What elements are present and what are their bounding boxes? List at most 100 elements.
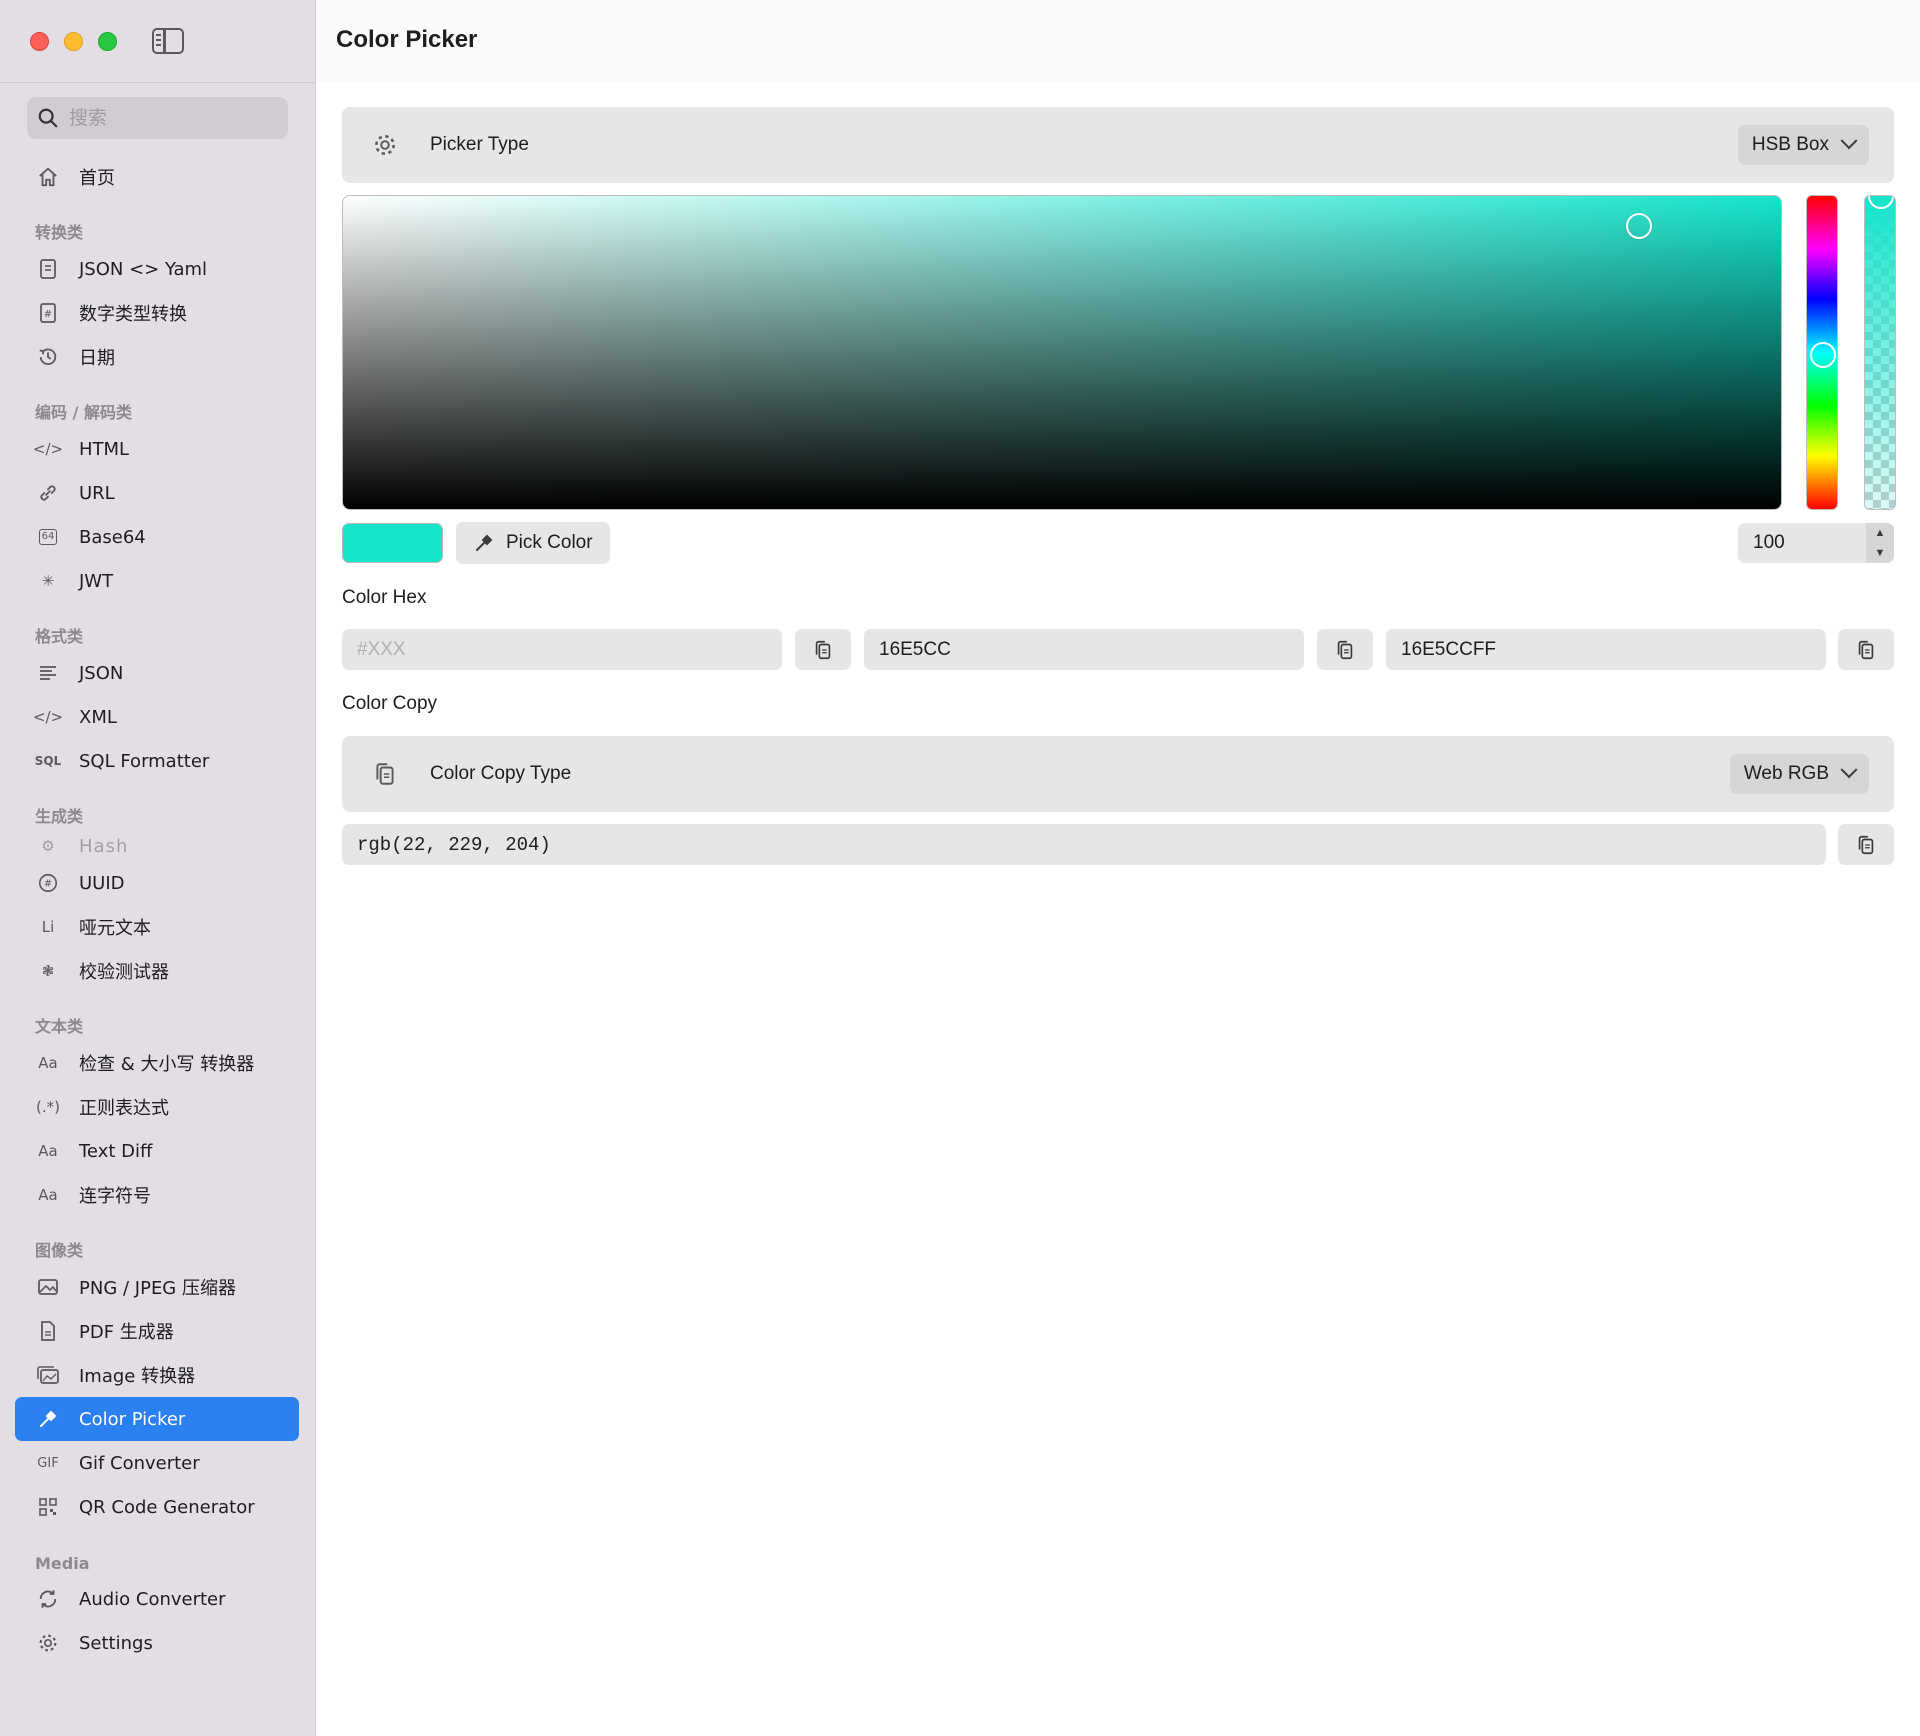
hex-short-input[interactable]: #XXX (342, 629, 782, 670)
copy-rgb-button[interactable] (1838, 824, 1894, 865)
section-header-encode: 编码 / 解码类 (35, 403, 132, 422)
chevron-up-icon[interactable]: ▲ (1875, 527, 1886, 539)
hue-slider-handle[interactable] (1810, 342, 1836, 368)
eyedropper-icon (35, 1406, 61, 1432)
sidebar-item-date[interactable]: 日期 (15, 335, 299, 379)
sidebar-item-color-picker[interactable]: Color Picker (15, 1397, 299, 1441)
hue-slider[interactable] (1806, 195, 1838, 510)
sidebar-item-lorem[interactable]: Li 哑元文本 (15, 905, 299, 949)
sidebar-item-label: 日期 (79, 348, 115, 369)
sparkle-icon: ✳ (41, 572, 55, 590)
chevron-down-icon (1840, 132, 1858, 150)
sidebar-item-label: Color Picker (79, 1408, 186, 1430)
close-window-button[interactable] (30, 32, 49, 51)
qrcode-icon (35, 1494, 61, 1520)
alpha-stepper[interactable]: ▲ ▼ (1866, 523, 1894, 563)
sidebar-item-label: HTML (79, 438, 130, 460)
sidebar-item-jwt[interactable]: ✳ JWT (15, 559, 299, 603)
sidebar-item-label: QR Code Generator (79, 1496, 255, 1518)
sidebar-item-html[interactable]: </> HTML (15, 427, 299, 471)
sidebar-item-label: JSON (79, 662, 124, 684)
sidebar-item-png-jpeg[interactable]: PNG / JPEG 压缩器 (15, 1265, 299, 1309)
sidebar-item-hash[interactable]: ⚙ Hash (15, 831, 299, 861)
sidebar-item-uuid[interactable]: # UUID (15, 861, 299, 905)
eyedropper-icon (476, 534, 493, 551)
audio-convert-icon (35, 1586, 61, 1612)
uuid-icon: # (35, 870, 61, 896)
picker-type-label: Picker Type (430, 134, 529, 155)
sidebar-item-hyphen[interactable]: Aa 连字符号 (15, 1173, 299, 1217)
main-content: Color Picker Picker Type HSB Box Pick Co… (316, 0, 1920, 1736)
sidebar-item-case-converter[interactable]: Aa 检查 & 大小写 转换器 (15, 1041, 299, 1085)
sidebar-item-pdf[interactable]: PDF 生成器 (15, 1309, 299, 1353)
color-copy-type-label: Color Copy Type (430, 763, 572, 784)
pick-color-button[interactable]: Pick Color (456, 522, 610, 564)
sidebar-item-base64[interactable]: 64 Base64 (15, 515, 299, 559)
sidebar-item-url[interactable]: URL (15, 471, 299, 515)
color-cursor-handle[interactable] (1626, 213, 1652, 239)
pdf-icon (35, 1318, 61, 1344)
sidebar-item-settings[interactable]: Settings (15, 1621, 299, 1665)
alpha-input[interactable]: 100 (1738, 523, 1866, 563)
svg-text:#: # (44, 879, 52, 890)
asterisk-icon: ❃ (41, 962, 55, 980)
chevron-down-icon[interactable]: ▼ (1875, 547, 1886, 559)
sidebar-item-json[interactable]: JSON (15, 651, 299, 695)
search-box[interactable] (27, 97, 288, 139)
section-header-media: Media (35, 1554, 90, 1573)
saturation-brightness-area[interactable] (342, 195, 1782, 510)
hex-alpha-input[interactable]: 16E5CCFF (1386, 629, 1826, 670)
page-title: Color Picker (336, 26, 478, 53)
sql-icon: SQL (34, 754, 62, 768)
copy-hex-short-button[interactable] (795, 629, 851, 670)
color-copy-type-row: Color Copy Type Web RGB (342, 736, 1894, 812)
sidebar-item-qr-code[interactable]: QR Code Generator (15, 1485, 299, 1529)
color-copy-label: Color Copy (342, 693, 438, 714)
window-controls (30, 32, 117, 51)
sidebar-item-number-convert[interactable]: # 数字类型转换 (15, 291, 299, 335)
copy-hex-button[interactable] (1317, 629, 1373, 670)
sidebar-item-xml[interactable]: </> XML (15, 695, 299, 739)
alpha-slider[interactable] (1864, 195, 1896, 510)
photo-icon (35, 1274, 61, 1300)
hex-input[interactable]: 16E5CC (864, 629, 1304, 670)
divider (0, 82, 315, 83)
gear-icon (375, 135, 395, 155)
sidebar-item-label: 正则表达式 (79, 1098, 169, 1119)
zoom-window-button[interactable] (98, 32, 117, 51)
sidebar-item-sql-formatter[interactable]: SQL SQL Formatter (15, 739, 299, 783)
sidebar-item-regex[interactable]: (.*) 正则表达式 (15, 1085, 299, 1129)
sidebar-item-label: 首页 (79, 168, 115, 189)
section-header-generate: 生成类 (35, 807, 84, 826)
sidebar-item-label: PNG / JPEG 压缩器 (79, 1278, 236, 1299)
sidebar-item-home[interactable]: 首页 (15, 155, 299, 199)
sidebar-item-json-yaml[interactable]: JSON <> Yaml (15, 247, 299, 291)
sidebar-item-label: Base64 (79, 526, 146, 548)
sidebar-item-audio-converter[interactable]: Audio Converter (15, 1577, 299, 1621)
color-preview-swatch (342, 523, 443, 563)
sidebar-item-image-converter[interactable]: Image 转换器 (15, 1353, 299, 1397)
picker-type-dropdown[interactable]: HSB Box (1737, 125, 1869, 165)
alpha-slider-handle[interactable] (1868, 196, 1894, 209)
number-icon: # (35, 300, 61, 326)
copy-icon (1858, 835, 1874, 854)
base64-icon: 64 (35, 524, 61, 550)
sidebar-item-checksum[interactable]: ❃ 校验测试器 (15, 949, 299, 993)
rgb-output-field[interactable]: rgb(22, 229, 204) (342, 824, 1826, 865)
sidebar: 首页 转换类 JSON <> Yaml # 数字类型转换 日期 编码 / 解码类… (0, 0, 316, 1736)
sidebar-item-label: XML (79, 706, 117, 728)
search-input[interactable] (69, 107, 269, 129)
copy-hex-alpha-button[interactable] (1838, 629, 1894, 670)
color-copy-type-dropdown[interactable]: Web RGB (1729, 754, 1869, 794)
sidebar-item-label: Image 转换器 (79, 1366, 196, 1387)
sidebar-item-gif-converter[interactable]: GIF Gif Converter (15, 1441, 299, 1485)
text-align-icon (35, 660, 61, 686)
sidebar-item-text-diff[interactable]: Aa Text Diff (15, 1129, 299, 1173)
copy-icon (376, 763, 394, 785)
pick-color-label: Pick Color (506, 532, 593, 553)
section-header-format: 格式类 (35, 627, 84, 646)
sidebar-toggle-icon[interactable] (152, 28, 184, 54)
sidebar-item-label: 检查 & 大小写 转换器 (79, 1054, 255, 1075)
minimize-window-button[interactable] (64, 32, 83, 51)
house-icon (35, 164, 61, 190)
